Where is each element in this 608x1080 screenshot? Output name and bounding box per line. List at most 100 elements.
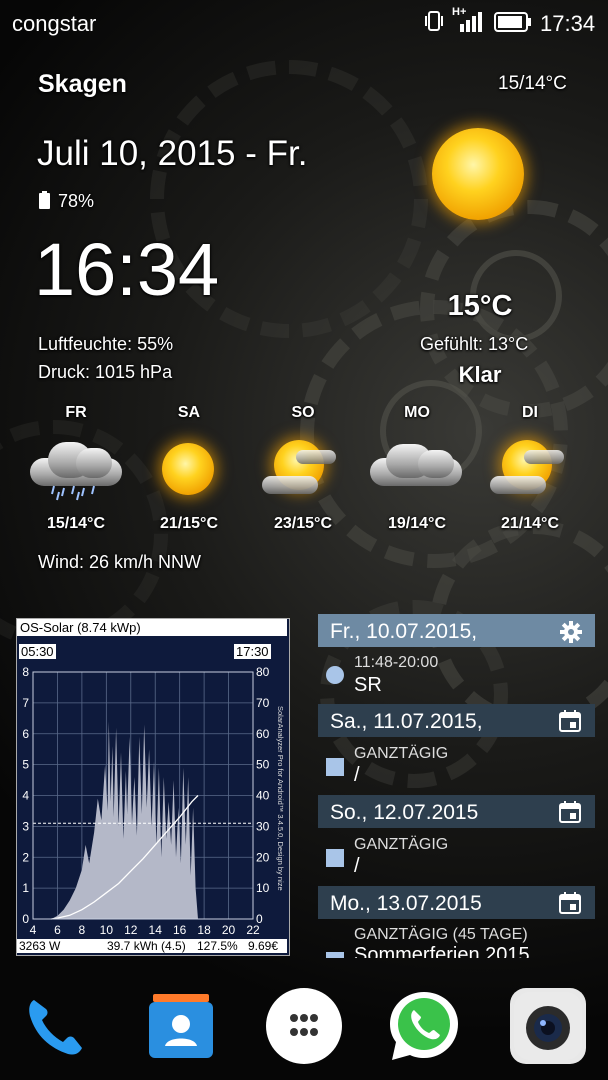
calendar-day-header[interactable]: So., 12.07.2015	[318, 795, 595, 828]
y-left-tick-label: 0	[22, 912, 29, 926]
y-right-tick-label: 0	[256, 912, 263, 926]
calendar-day-header[interactable]: Fr., 10.07.2015,	[318, 614, 595, 647]
gear-icon[interactable]	[559, 620, 582, 643]
event-time: GANZTÄGIG	[354, 745, 449, 762]
y-left-tick-label: 2	[22, 850, 29, 864]
hi-lo-temp: 15/14°C	[498, 73, 567, 94]
date-label[interactable]: Juli 10, 2015 - Fr.	[37, 134, 307, 174]
solar-percent: 127.5%	[197, 939, 238, 953]
pressure-label: Druck: 1015 hPa	[38, 362, 173, 382]
forecast-temp: 23/15°C	[274, 515, 332, 532]
solar-title: OS-Solar (8.74 kWp)	[17, 619, 287, 636]
whatsapp-icon[interactable]	[386, 988, 462, 1064]
sun-cloud-icon	[490, 440, 566, 498]
calendar-day-label: Sa., 11.07.2015,	[330, 710, 483, 733]
forecast-temp: 19/14°C	[388, 515, 446, 532]
solar-power: 3263 W	[19, 939, 61, 953]
forecast-temp: 21/15°C	[160, 515, 218, 532]
x-tick-label: 14	[149, 923, 163, 937]
event-color-square	[326, 952, 344, 958]
carrier-label: congstar	[12, 11, 97, 36]
x-tick-label: 4	[30, 923, 37, 937]
y-left-tick-label: 5	[22, 758, 29, 772]
calendar-icon[interactable]	[559, 892, 581, 914]
solar-footer: 3263 W 39.7 kWh (4.5) 127.5% 9.69€	[17, 939, 287, 953]
x-tick-label: 16	[173, 923, 187, 937]
y-left-tick-label: 4	[22, 789, 29, 803]
clock-time[interactable]: 16:34	[34, 230, 219, 310]
y-right-tick-label: 10	[256, 881, 270, 895]
event-title[interactable]: SR	[354, 674, 382, 697]
calendar-day-header[interactable]: Mo., 13.07.2015	[318, 886, 595, 919]
event-color-dot	[326, 666, 344, 684]
x-tick-label: 12	[124, 923, 138, 937]
contacts-app-icon[interactable]	[143, 988, 219, 1064]
solar-credit-text: SolarAnalyzer Pro for Android™ 3.4.5.0, …	[276, 706, 285, 891]
x-tick-label: 10	[100, 923, 114, 937]
y-left-tick-label: 8	[22, 665, 29, 679]
forecast-day: SA	[177, 404, 201, 421]
sun-cloud-icon	[262, 440, 338, 498]
wind-label: Wind: 26 km/h NNW	[38, 552, 202, 572]
event-title[interactable]: /	[354, 855, 360, 878]
y-left-tick-label: 3	[22, 819, 29, 833]
sun-icon	[432, 128, 524, 220]
event-color-square	[326, 849, 344, 867]
current-temp: 15°C	[447, 290, 513, 322]
event-time: GANZTÄGIG (45 TAGE)	[354, 926, 528, 943]
power-area-series	[51, 721, 198, 919]
forecast-day: SO	[291, 404, 315, 421]
calendar-icon[interactable]	[559, 801, 581, 823]
y-right-tick-label: 40	[256, 789, 270, 803]
event-title[interactable]: Sommerferien 2015	[354, 944, 530, 958]
event-title[interactable]: /	[354, 764, 360, 787]
x-tick-label: 20	[222, 923, 236, 937]
calendar-day-header[interactable]: Sa., 11.07.2015,	[318, 704, 595, 737]
calendar-icon[interactable]	[559, 710, 581, 732]
solar-chart: 4 6 8 10 12 14 16 18 20 2201234567801020304050607…	[22, 665, 270, 937]
city-name[interactable]: Skagen	[38, 70, 127, 99]
solar-energy: 39.7 kWh (4.5)	[107, 939, 186, 953]
calendar-widget[interactable]: Fr., 10.07.2015, 11:48-20:00 SR Sa., 11.…	[316, 612, 598, 958]
y-left-tick-label: 1	[22, 881, 29, 895]
event-time: GANZTÄGIG	[354, 836, 449, 853]
y-right-tick-label: 20	[256, 850, 270, 864]
x-tick-label: 18	[197, 923, 211, 937]
forecast-temp: 15/14°C	[47, 515, 105, 532]
forecast-day: MO	[404, 404, 430, 421]
calendar-day-label: So., 12.07.2015	[330, 801, 479, 824]
sun-icon	[162, 443, 214, 495]
calendar-day-label: Fr., 10.07.2015,	[330, 620, 478, 643]
event-time: 11:48-20:00	[354, 654, 439, 671]
solar-credit: SolarAnalyzer Pro for Android™ 3.4.5.0, …	[273, 704, 287, 944]
event-color-square	[326, 758, 344, 776]
y-left-tick-label: 6	[22, 727, 29, 741]
battery-small-icon	[39, 191, 50, 209]
solar-money: 9.69€	[248, 939, 279, 953]
status-time: 17:34	[540, 11, 596, 36]
x-tick-label: 8	[79, 923, 86, 937]
solar-widget[interactable]: OS-Solar (8.74 kWp) 05:30 17:30 4 6 8 10 12 1…	[16, 618, 290, 956]
forecast-temp: 21/14°C	[501, 515, 559, 532]
y-right-tick-label: 30	[256, 819, 270, 833]
y-right-tick-label: 50	[256, 758, 270, 772]
y-left-tick-label: 7	[22, 696, 29, 710]
y-right-tick-label: 80	[256, 665, 270, 679]
battery-icon	[494, 12, 532, 38]
app-drawer-icon[interactable]	[266, 988, 342, 1064]
y-right-tick-label: 60	[256, 727, 270, 741]
status-bar: congstar H+ 17:34	[0, 0, 608, 46]
forecast-day: FR	[65, 404, 87, 421]
calendar-day-label: Mo., 13.07.2015	[330, 892, 482, 915]
phone-app-icon[interactable]	[18, 988, 94, 1064]
y-right-tick-label: 70	[256, 696, 270, 710]
battery-percent: 78%	[58, 191, 95, 211]
x-tick-label: 6	[54, 923, 61, 937]
cloud-rain-icon	[30, 440, 124, 502]
camera-app-icon[interactable]	[510, 988, 586, 1064]
signal-icon	[458, 10, 484, 38]
humidity-label: Luftfeuchte: 55%	[38, 334, 174, 354]
forecast-day: DI	[522, 404, 538, 421]
condition-label: Klar	[458, 362, 502, 387]
feels-like-label: Gefühlt: 13°C	[420, 334, 529, 354]
